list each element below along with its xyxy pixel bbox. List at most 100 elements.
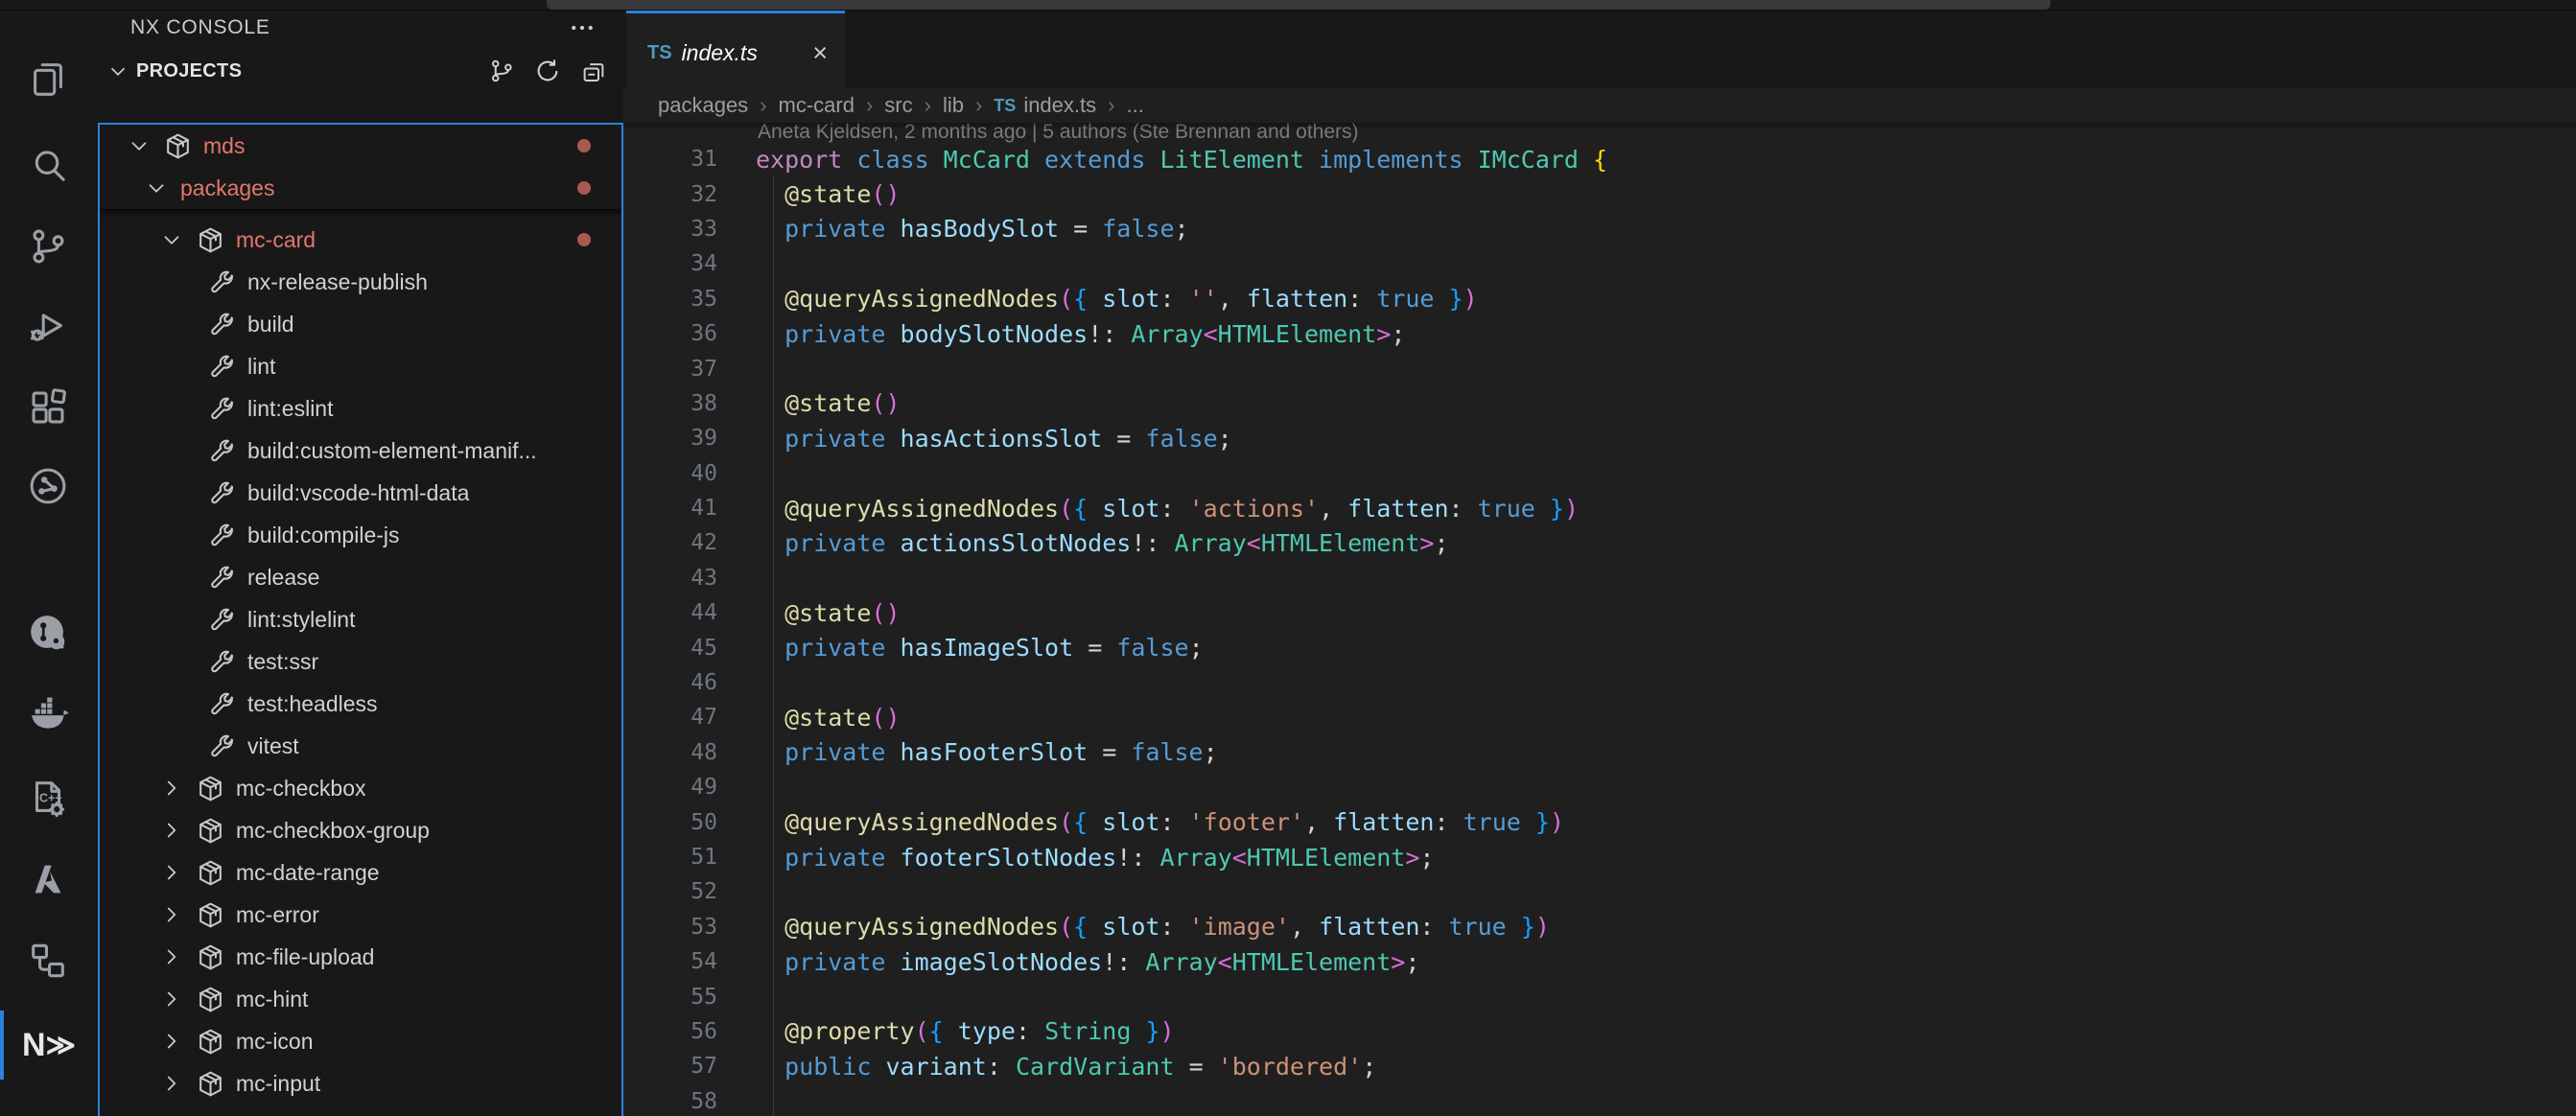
code-line-31[interactable]: 31export class McCard extends LitElement…	[623, 142, 2576, 176]
line-number[interactable]: 52	[623, 879, 756, 904]
breadcrumb-item--[interactable]: ...	[1126, 93, 1143, 118]
code-line-43[interactable]: 43	[623, 561, 2576, 595]
activity-item-dependencies[interactable]	[0, 922, 96, 999]
line-number[interactable]: 41	[623, 496, 756, 521]
code-line-34[interactable]: 34	[623, 246, 2576, 281]
code-line-32[interactable]: 32 @state()	[623, 176, 2576, 211]
breadcrumb-item-mc-card[interactable]: mc-card	[779, 93, 855, 118]
line-number[interactable]: 49	[623, 775, 756, 800]
chevron-down-icon[interactable]	[144, 174, 180, 202]
line-number[interactable]: 42	[623, 530, 756, 555]
line-number[interactable]: 50	[623, 810, 756, 835]
line-number[interactable]: 58	[623, 1089, 756, 1114]
code-line-57[interactable]: 57 public variant: CardVariant = 'border…	[623, 1049, 2576, 1083]
tree-item-build-custom-element-manif-[interactable]: build:custom-element-manif...	[100, 430, 621, 472]
line-number[interactable]: 35	[623, 287, 756, 312]
tree-item-build-vscode-html-data[interactable]: build:vscode-html-data	[100, 472, 621, 514]
activity-item-search[interactable]	[0, 127, 96, 203]
close-icon[interactable]: ×	[812, 40, 828, 66]
tree-item-mc-error[interactable]: mc-error	[100, 894, 621, 936]
chevron-right-icon[interactable]	[159, 774, 196, 802]
chevron-right-icon[interactable]	[159, 858, 196, 887]
tree-item-mc-checkbox[interactable]: mc-checkbox	[100, 767, 621, 809]
activity-item-docker[interactable]	[0, 676, 96, 753]
code-line-39[interactable]: 39 private hasActionsSlot = false;	[623, 421, 2576, 455]
code-line-53[interactable]: 53 @queryAssignedNodes({ slot: 'image', …	[623, 910, 2576, 944]
chevron-down-icon[interactable]	[159, 225, 196, 254]
tree-item-mc-date-range[interactable]: mc-date-range	[100, 851, 621, 894]
breadcrumb-item-packages[interactable]: packages	[658, 93, 748, 118]
line-number[interactable]: 54	[623, 949, 756, 974]
code-line-51[interactable]: 51 private footerSlotNodes!: Array<HTMLE…	[623, 840, 2576, 874]
line-number[interactable]: 47	[623, 705, 756, 730]
activity-item-nx-console[interactable]: N≫	[0, 1007, 96, 1083]
activity-item-source-control[interactable]	[0, 208, 96, 285]
line-number[interactable]: 57	[623, 1054, 756, 1079]
line-number[interactable]: 40	[623, 461, 756, 486]
code-line-45[interactable]: 45 private hasImageSlot = false;	[623, 630, 2576, 664]
command-center[interactable]	[547, 0, 2050, 10]
tree-item-mds[interactable]: mds	[100, 125, 621, 167]
git-blame-codelens[interactable]: Aneta Kjeldsen, 2 months ago | 5 authors…	[758, 123, 2576, 142]
code-line-47[interactable]: 47 @state()	[623, 700, 2576, 734]
chevron-right-icon[interactable]	[159, 900, 196, 929]
activity-item-project-graph[interactable]	[0, 448, 96, 524]
activity-item-cpp-tools[interactable]: C++	[0, 760, 96, 837]
chevron-right-icon[interactable]	[159, 1027, 196, 1056]
more-actions-icon[interactable]	[568, 13, 597, 42]
tree-item-test-headless[interactable]: test:headless	[100, 683, 621, 725]
code-line-44[interactable]: 44 @state()	[623, 595, 2576, 630]
activity-item-extensions[interactable]	[0, 369, 96, 446]
tree-item-lint-stylelint[interactable]: lint:stylelint	[100, 598, 621, 640]
line-number[interactable]: 39	[623, 426, 756, 451]
chevron-down-icon[interactable]	[105, 58, 130, 83]
code-line-58[interactable]: 58	[623, 1084, 2576, 1116]
tree-item-vitest[interactable]: vitest	[100, 725, 621, 767]
chevron-right-icon[interactable]	[159, 985, 196, 1013]
activity-item-run-and-debug[interactable]	[0, 288, 96, 364]
code-line-40[interactable]: 40	[623, 456, 2576, 491]
line-number[interactable]: 44	[623, 600, 756, 625]
tree-item-mc-input[interactable]: mc-input	[100, 1062, 621, 1104]
tree-item-build-compile-js[interactable]: build:compile-js	[100, 514, 621, 556]
line-number[interactable]: 55	[623, 985, 756, 1010]
line-number[interactable]: 36	[623, 321, 756, 346]
chevron-down-icon[interactable]	[127, 131, 163, 160]
tree-item-mc-checkbox-group[interactable]: mc-checkbox-group	[100, 809, 621, 851]
tree-item-lint-eslint[interactable]: lint:eslint	[100, 387, 621, 430]
line-number[interactable]: 33	[623, 217, 756, 242]
line-number[interactable]: 51	[623, 845, 756, 870]
tree-item-mc-icon[interactable]: mc-icon	[100, 1020, 621, 1062]
line-number[interactable]: 48	[623, 740, 756, 765]
code-line-41[interactable]: 41 @queryAssignedNodes({ slot: 'actions'…	[623, 491, 2576, 525]
breadcrumb-item-lib[interactable]: lib	[943, 93, 964, 118]
activity-item-azure[interactable]	[0, 841, 96, 918]
tree-item-release[interactable]: release	[100, 556, 621, 598]
tree-item-mc-card[interactable]: mc-card	[100, 219, 621, 261]
chevron-right-icon[interactable]	[159, 1069, 196, 1098]
code-line-36[interactable]: 36 private bodySlotNodes!: Array<HTMLEle…	[623, 316, 2576, 351]
line-number[interactable]: 56	[623, 1019, 756, 1044]
project-graph-icon[interactable]	[487, 57, 516, 85]
code-line-56[interactable]: 56 @property({ type: String })	[623, 1014, 2576, 1049]
line-number[interactable]: 37	[623, 357, 756, 382]
code-line-37[interactable]: 37	[623, 351, 2576, 385]
code-line-52[interactable]: 52	[623, 874, 2576, 909]
code-line-35[interactable]: 35 @queryAssignedNodes({ slot: '', flatt…	[623, 282, 2576, 316]
activity-item-explorer[interactable]	[0, 40, 96, 117]
chevron-right-icon[interactable]	[159, 816, 196, 845]
line-number[interactable]: 32	[623, 182, 756, 207]
code-line-46[interactable]: 46	[623, 665, 2576, 700]
tree-item-mc-hint[interactable]: mc-hint	[100, 978, 621, 1020]
tree-item-nx-release-publish[interactable]: nx-release-publish	[100, 261, 621, 303]
refresh-icon[interactable]	[533, 57, 562, 85]
projects-section-header[interactable]: PROJECTS	[96, 50, 623, 92]
breadcrumb-item-index-ts[interactable]: TSindex.ts	[994, 93, 1096, 118]
code-line-49[interactable]: 49	[623, 770, 2576, 804]
code-editor[interactable]: Aneta Kjeldsen, 2 months ago | 5 authors…	[623, 123, 2576, 1116]
line-number[interactable]: 53	[623, 915, 756, 940]
tab-index-ts[interactable]: TS index.ts ×	[626, 10, 845, 92]
tree-item-mc-file-upload[interactable]: mc-file-upload	[100, 936, 621, 978]
code-line-33[interactable]: 33 private hasBodySlot = false;	[623, 212, 2576, 246]
line-number[interactable]: 45	[623, 636, 756, 661]
